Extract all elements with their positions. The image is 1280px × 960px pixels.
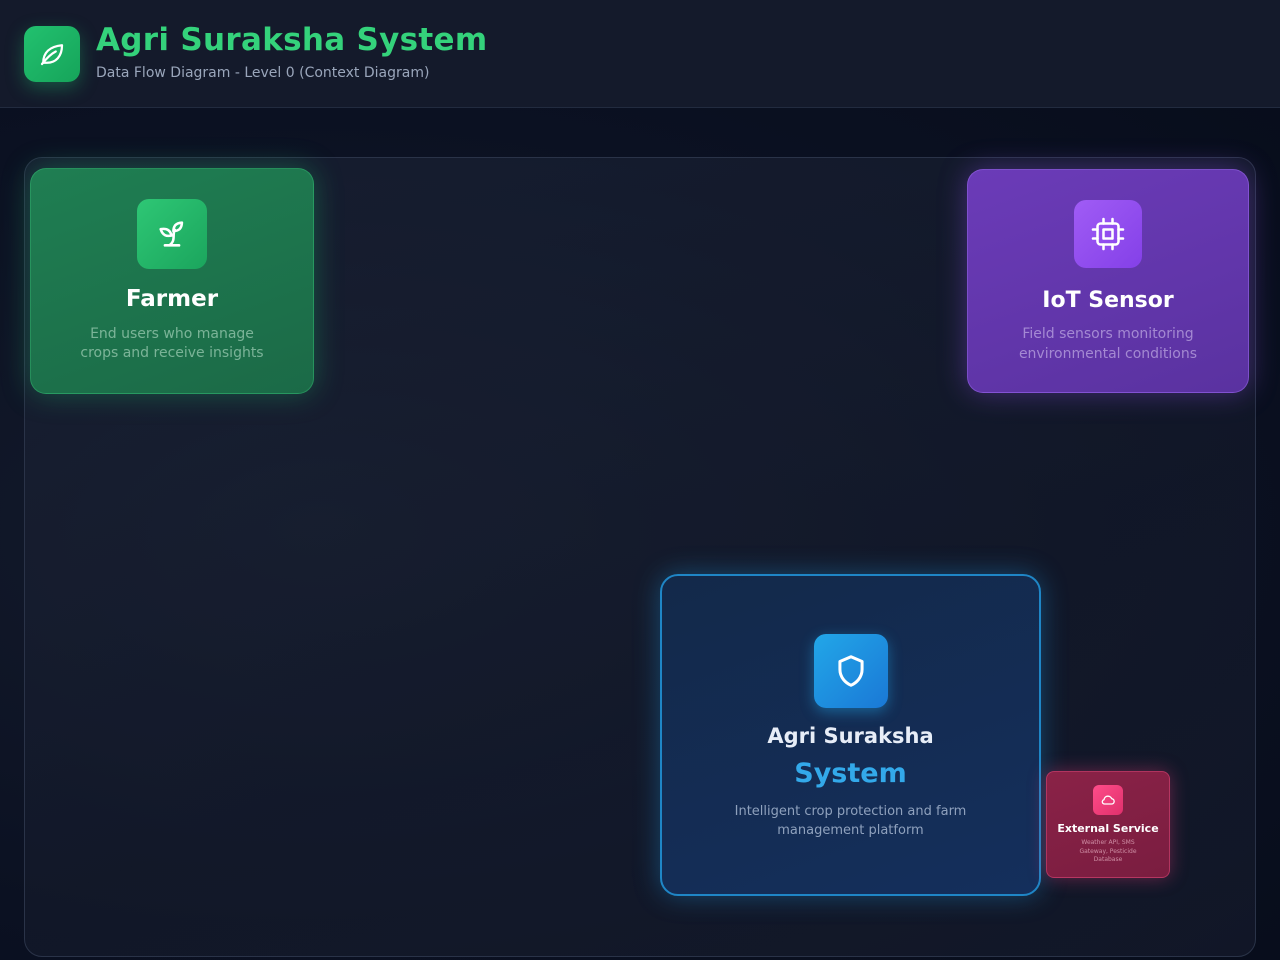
system-icon-badge: [814, 634, 888, 708]
system-desc-line-1: Intelligent crop protection and farm: [734, 804, 967, 819]
system-name-line-2: System: [794, 758, 907, 789]
farmer-entity[interactable]: Farmer End users who manage crops and re…: [30, 168, 314, 394]
iot-sensor-name: IoT Sensor: [1042, 288, 1174, 313]
leaf-icon: [40, 44, 64, 66]
iot-icon-badge: [1074, 200, 1142, 268]
external-service-name: External Service: [1057, 822, 1159, 835]
farmer-name: Farmer: [125, 286, 219, 312]
sprout-icon: [159, 221, 184, 247]
cloud-icon: [1101, 795, 1115, 805]
iot-sensor-description: Field sensors monitoring environmental c…: [968, 324, 1248, 364]
agri-suraksha-system-process[interactable]: Agri Suraksha System Intelligent crop pr…: [660, 574, 1041, 896]
system-name-line-1: Agri Suraksha: [767, 724, 934, 748]
page-title: Agri Suraksha System: [96, 22, 488, 58]
farmer-desc-line-2: crops and receive insights: [80, 345, 264, 361]
system-desc-line-2: management platform: [777, 823, 924, 838]
system-description: Intelligent crop protection and farm man…: [662, 802, 1039, 840]
external-service-entity[interactable]: External Service Weather API, SMS Gatewa…: [1046, 771, 1170, 878]
external-service-description: Weather API, SMS Gateway, Pesticide Data…: [1047, 839, 1169, 865]
app-header: Agri Suraksha System Data Flow Diagram -…: [0, 0, 1280, 108]
farmer-description: End users who manage crops and receive i…: [31, 325, 313, 363]
external-desc-line-1: Weather API, SMS: [1081, 839, 1135, 846]
app-logo: [24, 26, 80, 82]
page-subtitle: Data Flow Diagram - Level 0 (Context Dia…: [96, 65, 430, 81]
chip-icon: [1091, 217, 1125, 251]
external-icon-badge: [1093, 785, 1123, 815]
external-desc-line-2: Gateway, Pesticide: [1079, 847, 1137, 855]
farmer-icon-badge: [137, 199, 207, 269]
iot-sensor-entity[interactable]: IoT Sensor Field sensors monitoring envi…: [967, 169, 1249, 393]
farmer-desc-line-1: End users who manage: [90, 326, 254, 342]
iot-desc-line-2: environmental conditions: [1018, 346, 1198, 362]
iot-desc-line-1: Field sensors monitoring: [1022, 326, 1194, 342]
shield-icon: [838, 655, 864, 687]
external-desc-line-3: Database: [1093, 856, 1123, 863]
